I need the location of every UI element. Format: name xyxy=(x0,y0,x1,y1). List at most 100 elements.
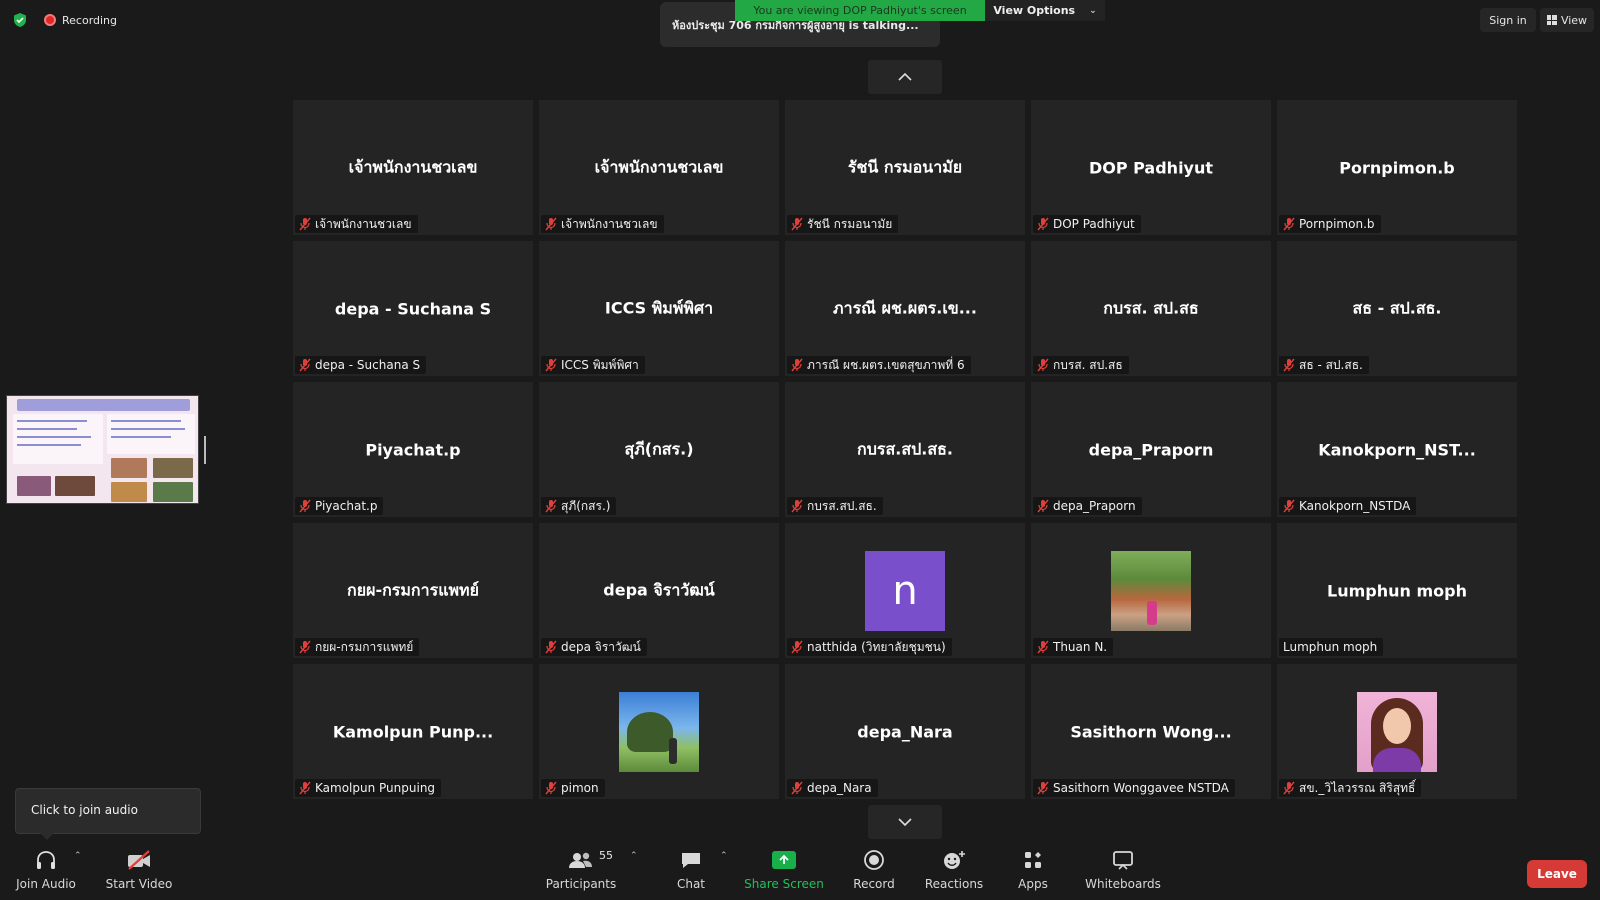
participant-tile[interactable]: depa_Praporn depa_Praporn xyxy=(1031,382,1271,517)
mic-muted-icon xyxy=(791,217,803,231)
view-button[interactable]: View xyxy=(1540,8,1594,32)
participant-tile[interactable]: สุภี(กสร.) สุภี(กสร.) xyxy=(539,382,779,517)
apps-button[interactable]: Apps xyxy=(1015,845,1051,900)
participant-tile[interactable]: Kanokporn_NST... Kanokporn_NSTDA xyxy=(1277,382,1517,517)
participant-tile[interactable]: ICCS พิมพ์พิศา ICCS พิมพ์พิศา xyxy=(539,241,779,376)
participant-name-label: depa จิราวัฒน์ xyxy=(541,638,647,656)
start-video-label: Start Video xyxy=(105,877,173,891)
next-page-button[interactable] xyxy=(868,805,942,839)
participant-tile[interactable]: เจ้าพนักงานชวเลข เจ้าพนักงานชวเลข xyxy=(293,100,533,235)
participant-display-name: depa_Praporn xyxy=(1088,440,1214,459)
mic-muted-icon xyxy=(545,217,557,231)
participant-display-name: Sasithorn Wong... xyxy=(1070,722,1232,741)
mic-muted-icon xyxy=(545,358,557,372)
mic-muted-icon xyxy=(1283,358,1295,372)
participant-name-label: Thuan N. xyxy=(1033,638,1114,656)
audio-options-caret-icon[interactable]: ⌃ xyxy=(74,851,82,861)
participant-tile[interactable]: depa - Suchana S depa - Suchana S xyxy=(293,241,533,376)
participant-tile[interactable]: depa จิราวัฒน์ depa จิราวัฒน์ xyxy=(539,523,779,658)
participant-name: ICCS พิมพ์พิศา xyxy=(561,357,639,372)
recording-dot-icon xyxy=(44,14,56,26)
participant-tile[interactable]: Thuan N. xyxy=(1031,523,1271,658)
leave-button[interactable]: Leave xyxy=(1527,860,1587,888)
participant-tile[interactable]: pimon xyxy=(539,664,779,799)
participant-name: ภารณี ผช.ผตร.เขตสุขภาพที่ 6 xyxy=(807,357,965,372)
participant-tile[interactable]: Sasithorn Wong... Sasithorn Wonggavee NST… xyxy=(1031,664,1271,799)
chat-caret-icon[interactable]: ⌃ xyxy=(720,851,728,861)
participant-name-label: กบรส.สป.สธ. xyxy=(787,497,883,515)
participant-display-name: กยผ-กรมการแพทย์ xyxy=(347,580,479,599)
chevron-down-icon: ⌄ xyxy=(1089,5,1097,16)
apps-icon xyxy=(1022,845,1044,875)
avatar xyxy=(619,692,699,772)
join-audio-tooltip[interactable]: Click to join audio xyxy=(15,788,201,840)
participant-name: depa_Nara xyxy=(807,781,872,795)
participant-tile[interactable]: n natthida (วิทยาลัยชุมชน) xyxy=(785,523,1025,658)
participant-display-name: Pornpimon.b xyxy=(1339,158,1455,177)
whiteboards-button[interactable]: Whiteboards xyxy=(1085,845,1161,900)
mic-muted-icon xyxy=(791,499,803,513)
participant-tile[interactable]: Piyachat.p Piyachat.p xyxy=(293,382,533,517)
sign-in-button[interactable]: Sign in xyxy=(1480,8,1536,32)
participant-name: Pornpimon.b xyxy=(1299,217,1375,231)
record-button[interactable]: Record xyxy=(852,845,896,900)
participants-caret-icon[interactable]: ⌃ xyxy=(630,851,638,861)
participant-tile[interactable]: สข._วิไลวรรณ สิริสุทธิ์ xyxy=(1277,664,1517,799)
chat-bubble-icon xyxy=(679,845,703,875)
participant-display-name: เจ้าพนักงานชวเลข xyxy=(594,157,724,176)
participant-name: กบรส.สป.สธ. xyxy=(807,498,877,513)
participant-tile[interactable]: เจ้าพนักงานชวเลข เจ้าพนักงานชวเลข xyxy=(539,100,779,235)
participant-tile[interactable]: รัชนี กรมอนามัย รัชนี กรมอนามัย xyxy=(785,100,1025,235)
chevron-down-icon xyxy=(898,818,912,827)
participant-tile[interactable]: DOP Padhiyut DOP Padhiyut xyxy=(1031,100,1271,235)
participant-display-name: Piyachat.p xyxy=(365,440,461,459)
participant-name-label: เจ้าพนักงานชวเลข xyxy=(295,215,418,233)
participant-name-label: ICCS พิมพ์พิศา xyxy=(541,356,645,374)
mic-muted-icon xyxy=(545,499,557,513)
participant-tile[interactable]: กบรส.สป.สธ. กบรส.สป.สธ. xyxy=(785,382,1025,517)
participant-name: Sasithorn Wonggavee NSTDA xyxy=(1053,781,1229,795)
participant-tile[interactable]: ภารณี ผช.ผตร.เข... ภารณี ผช.ผตร.เขตสุขภาพ… xyxy=(785,241,1025,376)
participant-name-label: depa_Praporn xyxy=(1033,497,1142,515)
view-options-label: View Options xyxy=(993,4,1076,17)
reactions-button[interactable]: Reactions xyxy=(925,845,983,900)
avatar-letter: n xyxy=(892,568,918,614)
participant-name-label: สธ - สป.สธ. xyxy=(1279,356,1369,374)
participant-name-label: Lumphun moph xyxy=(1279,638,1384,656)
shared-screen-thumbnail[interactable] xyxy=(6,395,199,504)
participant-tile[interactable]: depa_Nara depa_Nara xyxy=(785,664,1025,799)
join-audio-button[interactable]: Join Audio xyxy=(14,845,78,900)
chat-button[interactable]: Chat xyxy=(670,845,712,900)
participant-tile[interactable]: Kamolpun Punp... Kamolpun Punpuing xyxy=(293,664,533,799)
participant-tile[interactable]: สธ - สป.สธ. สธ - สป.สธ. xyxy=(1277,241,1517,376)
participant-name-label: Kamolpun Punpuing xyxy=(295,779,442,797)
participant-name-label: DOP Padhiyut xyxy=(1033,215,1141,233)
participants-count: 55 xyxy=(599,849,613,862)
participant-name: เจ้าพนักงานชวเลข xyxy=(315,216,412,231)
previous-page-button[interactable] xyxy=(868,60,942,94)
participants-button[interactable]: 55 Participants xyxy=(546,845,617,900)
recording-indicator[interactable]: Recording xyxy=(44,12,117,28)
participant-tile[interactable]: Lumphun moph Lumphun moph xyxy=(1277,523,1517,658)
thumbnail-resize-handle[interactable] xyxy=(204,436,206,464)
participant-name-label: depa - Suchana S xyxy=(295,356,427,374)
start-video-button[interactable]: Start Video xyxy=(106,845,172,900)
share-screen-button[interactable]: Share Screen xyxy=(744,845,824,900)
encryption-shield-icon[interactable] xyxy=(12,12,28,28)
zoom-meeting-window: Recording ห้องประชุม 706 กรมกิจการผู้สูง… xyxy=(0,0,1600,900)
participant-tile[interactable]: กบรส. สป.สธ กบรส. สป.สธ xyxy=(1031,241,1271,376)
grid-view-icon xyxy=(1546,15,1557,25)
participant-name-label: natthida (วิทยาลัยชุมชน) xyxy=(787,638,952,656)
share-screen-icon xyxy=(772,851,796,869)
participant-name-label: pimon xyxy=(541,779,605,797)
participant-tile[interactable]: กยผ-กรมการแพทย์ กยผ-กรมการแพทย์ xyxy=(293,523,533,658)
record-icon xyxy=(863,845,885,875)
participant-name: Lumphun moph xyxy=(1283,640,1378,654)
participant-tile[interactable]: Pornpimon.b Pornpimon.b xyxy=(1277,100,1517,235)
participant-display-name: Kanokporn_NST... xyxy=(1318,440,1476,459)
participant-display-name: DOP Padhiyut xyxy=(1088,158,1214,177)
whiteboard-icon xyxy=(1111,845,1135,875)
view-options-button[interactable]: View Options ⌄ xyxy=(985,0,1105,21)
participant-name: pimon xyxy=(561,781,599,795)
viewing-screen-banner: You are viewing DOP Padhiyut's screen xyxy=(735,0,985,21)
